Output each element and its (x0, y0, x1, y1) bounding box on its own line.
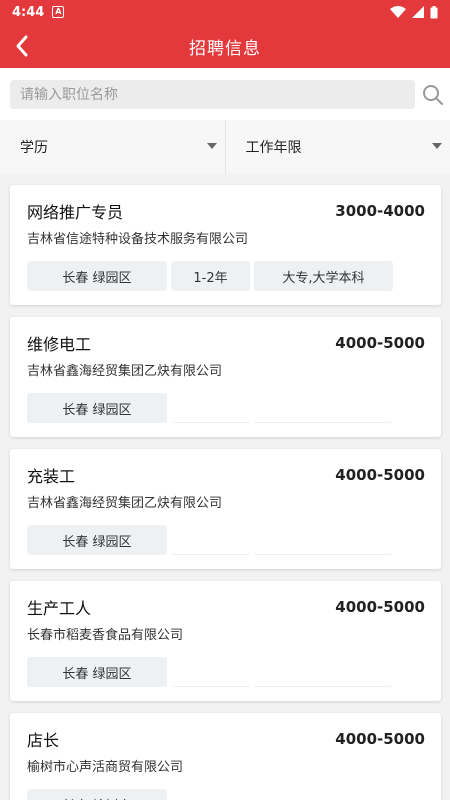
education-filter-label: 学历 (20, 140, 48, 156)
job-tags: 长春 绿园区 1-2年 大专,大学本科 (27, 261, 425, 291)
dropdown-arrow-icon (206, 143, 217, 149)
search-input[interactable] (10, 80, 415, 109)
job-company: 长春市稻麦香食品有限公司 (27, 628, 184, 643)
search-icon (423, 85, 443, 105)
job-card[interactable]: 维修电工 4000-5000 吉林省鑫海经贸集团乙炔有限公司 长春 绿园区 (10, 317, 441, 437)
signal-icon (412, 6, 424, 18)
back-arrow-icon (16, 35, 28, 57)
status-bar: 4:44 A (0, 0, 450, 24)
education-filter[interactable]: 学历 (0, 120, 225, 174)
experience-tag (171, 657, 250, 687)
job-company: 吉林省鑫海经贸集团乙炔有限公司 (27, 496, 223, 511)
job-salary: 4000-5000 (335, 598, 425, 616)
job-card[interactable]: 生产工人 4000-5000 长春市稻麦香食品有限公司 长春 绿园区 (10, 581, 441, 701)
job-salary: 4000-5000 (335, 466, 425, 484)
job-company: 吉林省信途特种设备技术服务有限公司 (27, 232, 249, 247)
notification-icon: A (52, 6, 65, 18)
location-tag: 长春 绿园区 (27, 657, 167, 687)
dropdown-arrow-icon (432, 143, 442, 149)
location-tag: 长春 绿园区 (27, 525, 167, 555)
job-list: 网络推广专员 3000-4000 吉林省信途特种设备技术服务有限公司 长春 绿园… (0, 174, 450, 800)
search-button[interactable] (420, 82, 446, 108)
experience-filter-label: 工作年限 (245, 140, 302, 156)
education-tag: 大专,大学本科 (254, 261, 393, 291)
location-tag: 长春 绿园区 (27, 393, 167, 423)
experience-tag (171, 525, 250, 555)
wifi-icon (390, 6, 406, 18)
location-tag: 长春 绿园区 (27, 261, 167, 291)
status-icons (390, 5, 438, 19)
experience-tag (171, 789, 250, 800)
job-company: 榆树市心声活商贸有限公司 (27, 760, 184, 775)
education-tag (254, 789, 393, 800)
job-salary: 4000-5000 (335, 730, 425, 748)
job-card[interactable]: 店长 4000-5000 榆树市心声活商贸有限公司 长春 榆树市 (10, 713, 441, 800)
experience-tag: 1-2年 (171, 261, 250, 291)
back-button[interactable] (0, 24, 44, 68)
status-time: 4:44 (12, 4, 45, 20)
education-tag (254, 525, 393, 555)
job-tags: 长春 绿园区 (27, 393, 425, 423)
education-tag (254, 393, 393, 423)
job-salary: 4000-5000 (335, 334, 425, 352)
job-card[interactable]: 网络推广专员 3000-4000 吉林省信途特种设备技术服务有限公司 长春 绿园… (10, 185, 441, 305)
search-area (0, 68, 450, 120)
page-title: 招聘信息 (189, 38, 261, 59)
battery-icon (430, 5, 438, 18)
experience-filter[interactable]: 工作年限 (224, 120, 450, 174)
app-bar: 招聘信息 (0, 24, 450, 68)
location-tag: 长春 榆树市 (27, 789, 167, 800)
experience-tag (171, 393, 250, 423)
education-tag (254, 657, 393, 687)
job-tags: 长春 榆树市 (27, 789, 425, 800)
job-company: 吉林省鑫海经贸集团乙炔有限公司 (27, 364, 223, 379)
job-card[interactable]: 充装工 4000-5000 吉林省鑫海经贸集团乙炔有限公司 长春 绿园区 (10, 449, 441, 569)
filter-bar: 学历 工作年限 (0, 120, 450, 174)
job-tags: 长春 绿园区 (27, 657, 425, 687)
job-tags: 长春 绿园区 (27, 525, 425, 555)
job-salary: 3000-4000 (335, 202, 425, 220)
